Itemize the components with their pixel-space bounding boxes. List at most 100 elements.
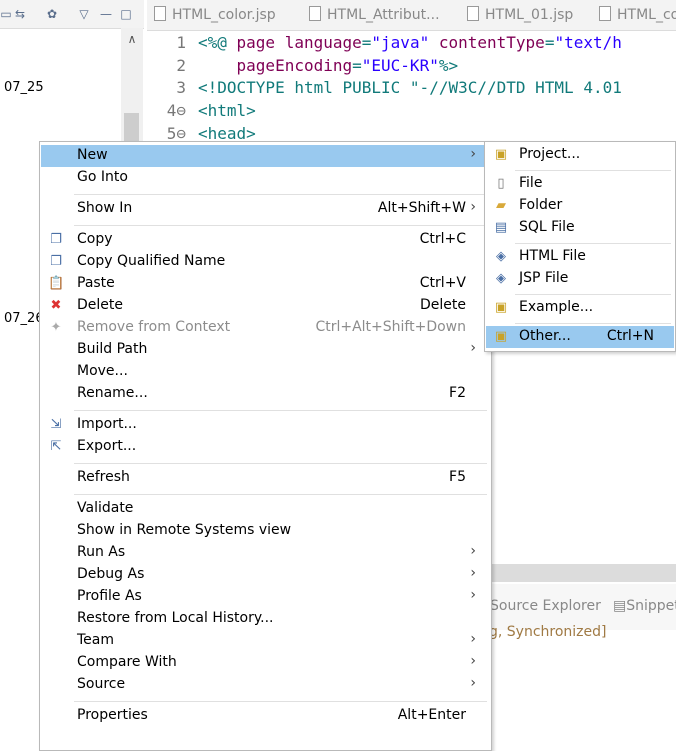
link-editor-icon[interactable]: ⇆ bbox=[12, 6, 28, 22]
copy-qualified-icon: ❐ bbox=[50, 254, 62, 269]
menu-item-label: Go Into bbox=[77, 169, 128, 185]
menu-item-rename[interactable]: Rename... F2 bbox=[41, 383, 490, 405]
menu-item-copy-qualified-name[interactable]: ❐ Copy Qualified Name bbox=[41, 251, 490, 273]
menu-item-file[interactable]: ▯ File bbox=[486, 173, 674, 195]
minimize-icon[interactable]: — bbox=[98, 6, 114, 22]
submenu-arrow-icon: › bbox=[470, 565, 476, 581]
menu-item-refresh[interactable]: Refresh F5 bbox=[41, 467, 490, 489]
bottom-scrollbar[interactable] bbox=[487, 564, 676, 582]
menu-item-copy[interactable]: ❐ Copy Ctrl+C bbox=[41, 229, 490, 251]
menu-item-label: Team bbox=[77, 632, 115, 648]
menu-item-import[interactable]: ⇲ Import... bbox=[41, 414, 490, 436]
menu-separator bbox=[74, 409, 487, 411]
menu-item-new[interactable]: New › bbox=[41, 145, 490, 167]
other-icon: ▣ bbox=[494, 329, 508, 344]
filter-icon[interactable]: ✿ bbox=[44, 6, 60, 22]
menu-item-go-into[interactable]: Go Into bbox=[41, 167, 490, 189]
submenu-arrow-icon: › bbox=[470, 587, 476, 603]
submenu-arrow-icon: › bbox=[470, 146, 476, 162]
menu-item-accelerator: Ctrl+N bbox=[606, 328, 654, 344]
menu-item-label: Export... bbox=[77, 438, 137, 454]
delete-icon: ✖ bbox=[50, 298, 62, 313]
menu-separator bbox=[515, 169, 671, 171]
menu-item-label: Validate bbox=[77, 500, 134, 516]
tab-html-attribute[interactable]: HTML_Attribut... bbox=[309, 6, 440, 23]
code-line[interactable]: pageEncoding="EUC-KR"%> bbox=[198, 56, 459, 75]
tab-html-color[interactable]: HTML_color.jsp bbox=[154, 6, 276, 23]
tree-item[interactable]: 07_25 bbox=[4, 80, 44, 95]
menu-item-label: SQL File bbox=[519, 219, 575, 235]
menu-separator bbox=[515, 322, 671, 324]
remove-context-icon: ✦ bbox=[50, 320, 62, 335]
menu-item-label: Import... bbox=[77, 416, 137, 432]
menu-item-build-path[interactable]: Build Path › bbox=[41, 339, 490, 361]
menu-item-label: Move... bbox=[77, 363, 128, 379]
menu-item-restore-from-local-history[interactable]: Restore from Local History... bbox=[41, 608, 490, 630]
menu-item-label: Debug As bbox=[77, 566, 145, 582]
menu-item-export[interactable]: ⇱ Export... bbox=[41, 436, 490, 458]
menu-item-label: Profile As bbox=[77, 588, 142, 604]
menu-item-label: Other... bbox=[519, 328, 571, 344]
menu-item-accelerator: Ctrl+Alt+Shift+Down bbox=[315, 319, 466, 335]
tab-snippet[interactable]: ▤Snippet bbox=[613, 598, 676, 614]
file-icon bbox=[309, 6, 321, 21]
menu-item-html-file[interactable]: ◈ HTML File bbox=[486, 246, 674, 268]
menu-item-move[interactable]: Move... bbox=[41, 361, 490, 383]
menu-item-accelerator: F5 bbox=[449, 469, 466, 485]
code-line[interactable]: <!DOCTYPE html PUBLIC "-//W3C//DTD HTML … bbox=[198, 78, 622, 97]
menu-item-example[interactable]: ▣ Example... bbox=[486, 297, 674, 319]
menu-item-folder[interactable]: ▰ Folder bbox=[486, 195, 674, 217]
menu-item-source[interactable]: Source › bbox=[41, 674, 490, 696]
status-text: g, Synchronized] bbox=[489, 624, 607, 640]
menu-item-label: Remove from Context bbox=[77, 319, 231, 335]
menu-item-label: Folder bbox=[519, 197, 563, 213]
menu-item-paste[interactable]: 📋 Paste Ctrl+V bbox=[41, 273, 490, 295]
menu-item-accelerator: F2 bbox=[449, 385, 466, 401]
tab-source-explorer[interactable]: Source Explorer bbox=[490, 598, 601, 614]
menu-item-label: Show in Remote Systems view bbox=[77, 522, 292, 538]
menu-item-debug-as[interactable]: Debug As › bbox=[41, 564, 490, 586]
scroll-up-icon[interactable]: ∧ bbox=[121, 32, 143, 52]
jsp-file-icon: ◈ bbox=[496, 271, 506, 286]
menu-item-show-in-remote-systems-view[interactable]: Show in Remote Systems view bbox=[41, 520, 490, 542]
project-icon: ▣ bbox=[494, 147, 508, 162]
menu-item-compare-with[interactable]: Compare With › bbox=[41, 652, 490, 674]
code-line[interactable]: <%@ page language="java" contentType="te… bbox=[198, 33, 622, 52]
menu-item-label: Refresh bbox=[77, 469, 130, 485]
copy-icon: ❐ bbox=[50, 232, 62, 247]
menu-item-profile-as[interactable]: Profile As › bbox=[41, 586, 490, 608]
menu-item-run-as[interactable]: Run As › bbox=[41, 542, 490, 564]
menu-item-validate[interactable]: Validate bbox=[41, 498, 490, 520]
menu-item-label: Properties bbox=[77, 707, 148, 723]
menu-item-show-in[interactable]: Show In Alt+Shift+W › bbox=[41, 198, 490, 220]
menu-item-delete[interactable]: ✖ Delete Delete bbox=[41, 295, 490, 317]
maximize-icon[interactable]: □ bbox=[118, 6, 134, 22]
editor-tabbar: HTML_color.jsp HTML_Attribut... HTML_01.… bbox=[147, 0, 676, 31]
file-icon: ▯ bbox=[497, 176, 505, 191]
sql-file-icon: ▤ bbox=[494, 220, 508, 235]
menu-item-project[interactable]: ▣ Project... bbox=[486, 144, 674, 166]
menu-item-remove-from-context: ✦ Remove from Context Ctrl+Alt+Shift+Down bbox=[41, 317, 490, 339]
view-menu-icon[interactable]: ▽ bbox=[76, 6, 92, 22]
menu-item-jsp-file[interactable]: ◈ JSP File bbox=[486, 268, 674, 290]
menu-item-team[interactable]: Team › bbox=[41, 630, 490, 652]
tree-item[interactable]: 07_26 bbox=[4, 311, 44, 326]
menu-item-label: Build Path bbox=[77, 341, 148, 357]
context-menu: New › Go Into Show In Alt+Shift+W › ❐ Copy Ctrl+… bbox=[39, 141, 492, 751]
menu-item-properties[interactable]: Properties Alt+Enter bbox=[41, 705, 490, 727]
menu-item-label: Example... bbox=[519, 299, 594, 315]
export-icon: ⇱ bbox=[50, 439, 62, 454]
menu-item-other[interactable]: ▣ Other... Ctrl+N bbox=[486, 326, 674, 348]
menu-item-sql-file[interactable]: ▤ SQL File bbox=[486, 217, 674, 239]
line-number: 2 bbox=[176, 56, 186, 75]
tab-html-co[interactable]: HTML_co bbox=[599, 6, 676, 23]
menu-item-label: Restore from Local History... bbox=[77, 610, 274, 626]
html-file-icon: ◈ bbox=[496, 249, 506, 264]
code-line[interactable]: <html> bbox=[198, 101, 256, 120]
menu-item-label: Copy Qualified Name bbox=[77, 253, 226, 269]
menu-item-accelerator: Ctrl+C bbox=[419, 231, 466, 247]
file-icon bbox=[467, 6, 479, 21]
tab-html-01[interactable]: HTML_01.jsp bbox=[467, 6, 573, 23]
submenu-arrow-icon: › bbox=[470, 631, 476, 647]
code-line[interactable]: <head> bbox=[198, 124, 256, 143]
